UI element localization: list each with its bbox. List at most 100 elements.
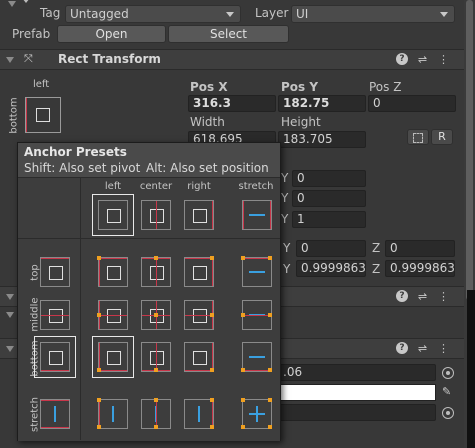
y-label-3: Y bbox=[281, 212, 289, 226]
layer-value: UI bbox=[296, 7, 309, 21]
help-icon[interactable]: ? bbox=[396, 290, 408, 302]
y-field-5[interactable]: 0.9999863 bbox=[296, 260, 366, 277]
preset-middle-none[interactable] bbox=[40, 300, 70, 330]
pos-y-label: Pos Y bbox=[281, 80, 319, 94]
help-icon[interactable]: ? bbox=[396, 53, 408, 65]
preset-top-center[interactable] bbox=[141, 256, 171, 287]
y-label-2: Y bbox=[281, 191, 289, 205]
blueprint-mode-button[interactable] bbox=[407, 129, 429, 145]
preset-none-left[interactable] bbox=[98, 200, 128, 230]
alt-hint: Alt: Also set position bbox=[146, 161, 269, 175]
anchor-line bbox=[26, 98, 27, 132]
height-field[interactable]: 183.705 bbox=[278, 131, 366, 148]
preset-none-center[interactable] bbox=[141, 200, 171, 230]
object-picker-icon[interactable] bbox=[442, 407, 454, 419]
row-label-middle: middle bbox=[29, 297, 41, 332]
grid-divider-h bbox=[18, 238, 280, 239]
tag-label: Tag bbox=[40, 6, 61, 20]
grid-divider-v bbox=[80, 177, 81, 440]
preset-top-left[interactable] bbox=[97, 256, 128, 287]
pos-x-field[interactable]: 316.3 bbox=[188, 95, 276, 112]
partial-value-field[interactable]: .06 bbox=[278, 364, 436, 381]
preset-middle-right[interactable] bbox=[184, 300, 214, 330]
col-label-center: center bbox=[139, 181, 173, 192]
preset-none-stretch[interactable] bbox=[242, 200, 272, 230]
preset-top-stretch[interactable] bbox=[241, 256, 272, 287]
y-label-4: Y bbox=[283, 241, 291, 255]
foldout-arrow-left[interactable] bbox=[6, 312, 14, 318]
anchor-vertical-label: bottom bbox=[8, 97, 20, 134]
window-edge bbox=[467, 290, 475, 448]
kebab-menu-icon[interactable]: ⋮ bbox=[437, 290, 450, 303]
shift-hint: Shift: Also set pivot bbox=[24, 161, 141, 175]
preset-middle-left[interactable] bbox=[97, 300, 128, 330]
col-label-right: right bbox=[187, 181, 211, 192]
prefab-label: Prefab bbox=[12, 27, 51, 41]
z-field-4[interactable]: 0 bbox=[385, 240, 455, 257]
foldout-arrow-top[interactable] bbox=[8, 1, 16, 7]
col-label-stretch: stretch bbox=[238, 181, 274, 192]
scrollbar-thumb[interactable] bbox=[466, 0, 473, 300]
y-field-4[interactable]: 0 bbox=[296, 240, 366, 257]
rect-transform-icon: ⤧ bbox=[24, 52, 33, 65]
preset-stretch-center[interactable] bbox=[141, 398, 171, 429]
layer-label: Layer bbox=[255, 6, 289, 20]
preset-top-right[interactable] bbox=[184, 256, 214, 287]
preset-middle-center[interactable] bbox=[141, 300, 171, 330]
y-label-1: Y bbox=[281, 171, 289, 185]
preset-bottom-none[interactable] bbox=[40, 342, 70, 372]
anchor-presets-popup: Anchor Presets Shift: Also set pivot Alt… bbox=[17, 142, 281, 441]
preset-stretch-none[interactable] bbox=[40, 399, 70, 429]
kebab-menu-icon[interactable]: ⋮ bbox=[437, 53, 450, 66]
pos-z-label: Pos Z bbox=[369, 80, 402, 94]
preset-middle-stretch[interactable] bbox=[241, 300, 272, 330]
width-label: Width bbox=[190, 115, 225, 129]
y-field-3[interactable]: 1 bbox=[292, 211, 366, 228]
preset-bottom-right[interactable] bbox=[184, 342, 214, 372]
sliders-icon[interactable]: ⇌ bbox=[416, 290, 429, 303]
eyedropper-icon[interactable]: ✎ bbox=[442, 385, 454, 399]
tag-dropdown[interactable]: Untagged bbox=[65, 5, 241, 23]
y-field-1[interactable]: 0 bbox=[292, 170, 366, 187]
object-picker-icon[interactable] bbox=[442, 367, 454, 379]
foldout-arrow[interactable] bbox=[6, 57, 14, 63]
row-label-stretch: stretch bbox=[29, 397, 41, 432]
y-label-5: Y bbox=[283, 262, 291, 276]
preset-bottom-stretch[interactable] bbox=[241, 342, 272, 372]
anchor-preset-button[interactable] bbox=[25, 97, 61, 133]
preset-stretch-stretch[interactable] bbox=[241, 398, 272, 429]
help-icon[interactable]: ? bbox=[396, 342, 408, 354]
chevron-down-icon bbox=[226, 12, 234, 17]
component-title: Rect Transform bbox=[58, 52, 161, 66]
layer-dropdown[interactable]: UI bbox=[291, 5, 455, 23]
preset-stretch-right[interactable] bbox=[184, 398, 214, 429]
preset-top-none[interactable] bbox=[40, 257, 70, 287]
preset-stretch-left[interactable] bbox=[97, 398, 128, 429]
preset-bottom-center[interactable] bbox=[141, 342, 171, 372]
prefab-select-button[interactable]: Select bbox=[168, 25, 289, 43]
foldout-arrow[interactable] bbox=[6, 346, 14, 352]
bottom-field[interactable] bbox=[278, 404, 436, 421]
prefab-open-button[interactable]: Open bbox=[57, 25, 166, 43]
rect-transform-header[interactable]: ⤧ Rect Transform ? ⇌ ⋮ bbox=[0, 49, 464, 70]
z-label-5: Z bbox=[372, 262, 381, 276]
sliders-icon[interactable]: ⇌ bbox=[416, 342, 429, 355]
anchor-horizontal-label: left bbox=[33, 79, 50, 90]
sliders-icon[interactable]: ⇌ bbox=[416, 53, 429, 66]
preset-none-right[interactable] bbox=[184, 200, 214, 230]
raw-edit-button[interactable]: R bbox=[431, 129, 453, 145]
preset-bottom-left[interactable] bbox=[97, 342, 128, 372]
pos-z-field[interactable]: 0 bbox=[368, 95, 456, 112]
dropdown-arrow-icon[interactable] bbox=[22, 0, 30, 3]
foldout-arrow[interactable] bbox=[6, 294, 14, 300]
pos-y-field[interactable]: 182.75 bbox=[278, 95, 366, 112]
row-label-top: top bbox=[29, 264, 41, 281]
popup-title: Anchor Presets bbox=[24, 145, 127, 159]
color-field[interactable] bbox=[278, 384, 436, 401]
tag-value: Untagged bbox=[70, 7, 129, 21]
col-label-left: left bbox=[104, 181, 122, 192]
dashed-rect-icon bbox=[413, 133, 423, 143]
z-field-5[interactable]: 0.9999863 bbox=[385, 260, 455, 277]
y-field-2[interactable]: 0 bbox=[292, 190, 366, 207]
kebab-menu-icon[interactable]: ⋮ bbox=[437, 342, 450, 355]
